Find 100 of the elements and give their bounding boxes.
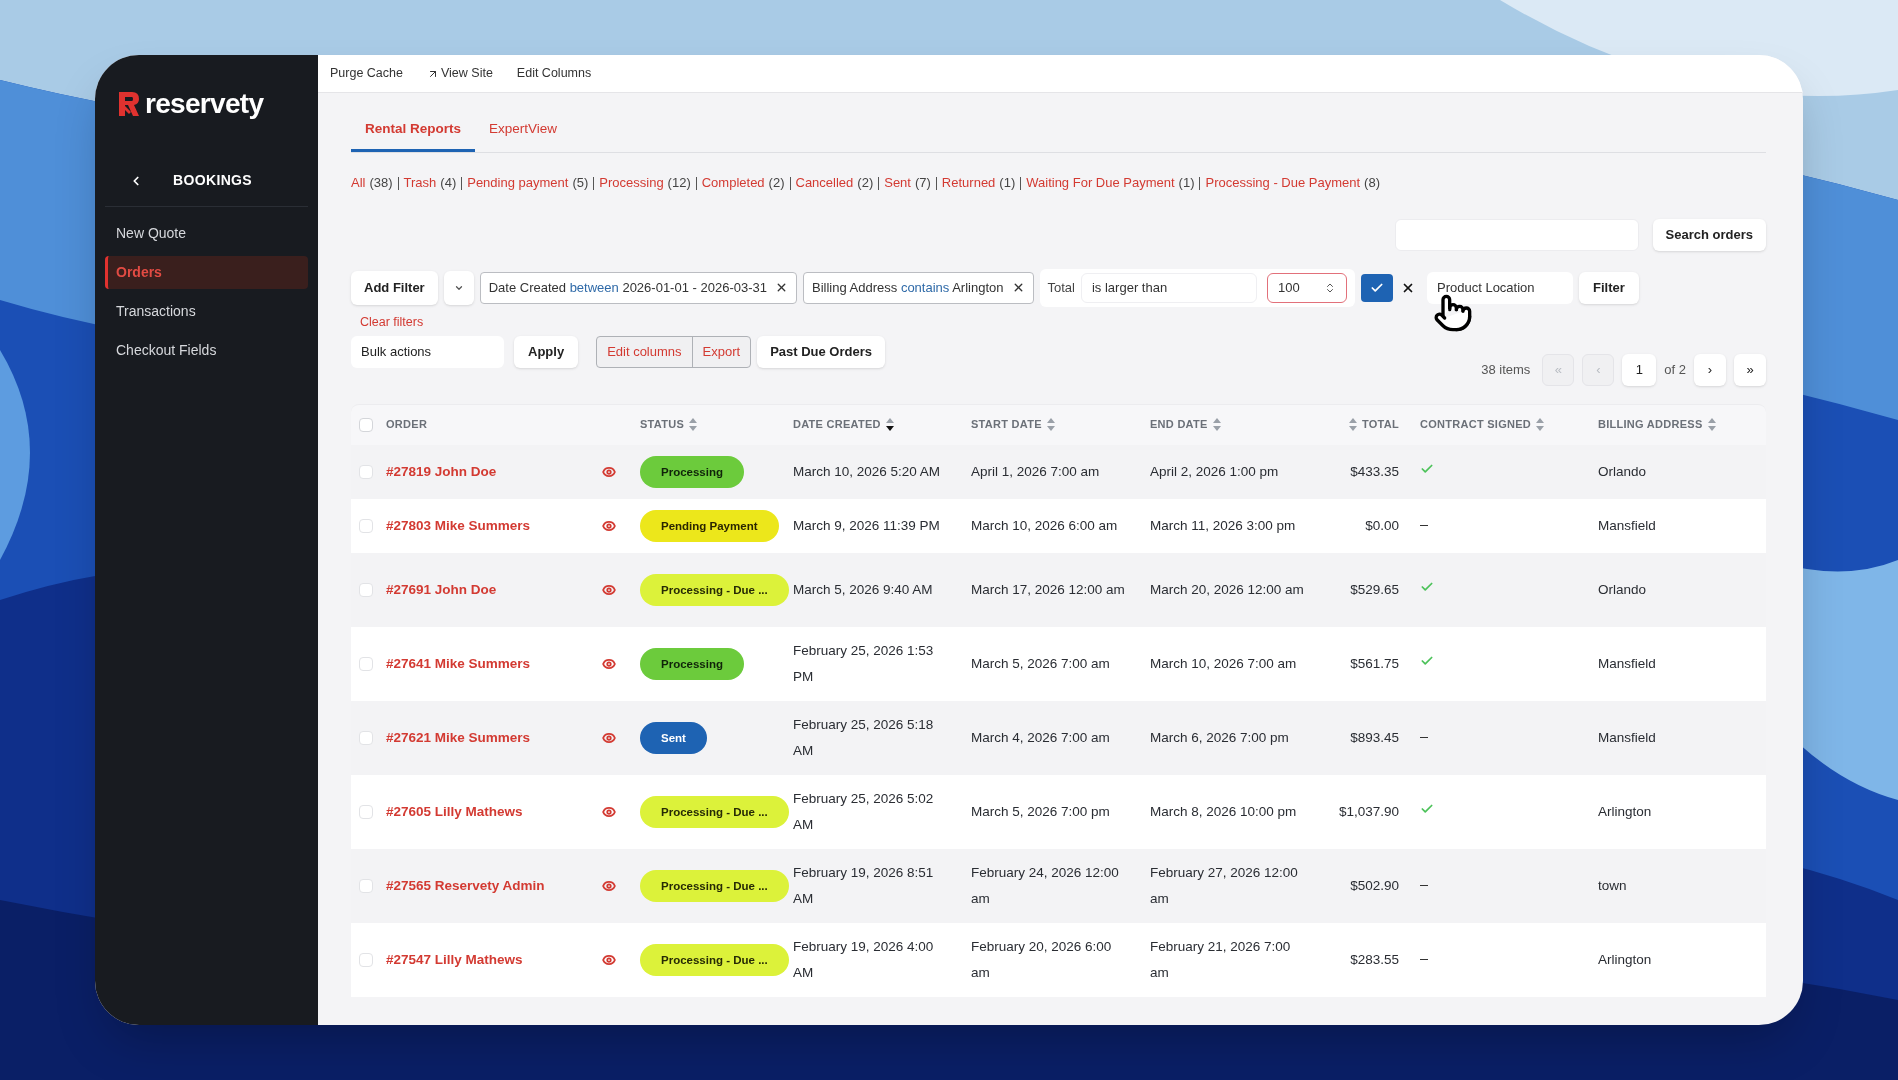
filter-chip[interactable]: Billing Address contains Arlington xyxy=(802,271,1034,304)
past-due-orders-button[interactable]: Past Due Orders xyxy=(757,335,885,368)
row-checkbox[interactable] xyxy=(359,804,373,819)
tab[interactable]: ExpertView xyxy=(475,119,572,153)
status-filter-link[interactable]: All xyxy=(351,173,366,193)
eye-icon[interactable] xyxy=(602,878,616,893)
table-cell-text: February 19, 2026 8:51 AM xyxy=(793,863,935,908)
column-header[interactable]: END DATE xyxy=(1150,416,1208,433)
column-header[interactable]: STATUS xyxy=(640,416,685,433)
toolbar-link[interactable]: View Site xyxy=(426,64,493,83)
eye-icon[interactable] xyxy=(602,804,616,819)
confirm-button[interactable] xyxy=(1361,273,1393,302)
table-cell-text: March 5, 2026 7:00 am xyxy=(971,654,1111,673)
status-filter-link[interactable]: Completed xyxy=(701,173,765,193)
order-link[interactable]: #27605 Lilly Mathews xyxy=(386,798,602,825)
apply-button[interactable]: Apply xyxy=(514,335,579,368)
nav-item[interactable]: New Quote xyxy=(105,217,308,250)
table-cell-text: Arlington xyxy=(1598,950,1653,969)
order-link[interactable]: #27565 Reservety Admin xyxy=(386,872,602,899)
page-field[interactable]: 1 xyxy=(1622,353,1657,386)
pagination-button[interactable]: › xyxy=(1694,353,1726,386)
search-orders-button[interactable]: Search orders xyxy=(1652,218,1766,251)
nav-item[interactable]: Orders xyxy=(105,256,308,289)
status-filter-link[interactable]: Trash xyxy=(403,173,437,193)
table-cell-text: March 10, 2026 5:20 AM xyxy=(793,462,942,481)
number-field[interactable]: 100 xyxy=(1267,272,1347,303)
dropdown-button[interactable] xyxy=(443,270,474,305)
order-link[interactable]: #27803 Mike Summers xyxy=(386,512,602,539)
status-filter-link[interactable]: Returned xyxy=(941,173,996,193)
pagination-button[interactable]: » xyxy=(1734,353,1766,386)
status-count: (8) xyxy=(1364,174,1380,193)
filter-button[interactable]: Filter xyxy=(1579,271,1639,304)
edit-columns-button[interactable]: Edit columns xyxy=(597,336,693,367)
export-button[interactable]: Export xyxy=(692,336,751,367)
filter-text: Billing Address contains Arlington xyxy=(811,279,1004,297)
row-checkbox[interactable] xyxy=(359,730,373,745)
table-cell-text: $1,037.90 xyxy=(1337,802,1399,821)
select-all-checkbox[interactable] xyxy=(359,417,373,432)
nav-item[interactable]: Transactions xyxy=(105,295,308,328)
filter-chip[interactable]: Date Created between 2026-01-01 - 2026-03-31 xyxy=(479,271,797,304)
status-badge: Pending Payment xyxy=(640,509,779,542)
row-checkbox[interactable] xyxy=(359,656,373,671)
nav-item[interactable]: Checkout Fields xyxy=(105,334,308,367)
table-cell-text: February 25, 2026 5:02 AM xyxy=(793,789,935,834)
toolbar-link[interactable]: Edit Columns xyxy=(516,64,592,83)
column-header[interactable]: BILLING ADDRESS xyxy=(1598,416,1703,433)
status-count: (38) xyxy=(369,174,393,193)
status-count: (2) xyxy=(768,174,785,193)
status-filter-link[interactable]: Pending payment xyxy=(467,173,569,193)
tab[interactable]: Rental Reports xyxy=(351,119,476,153)
row-checkbox[interactable] xyxy=(359,878,373,893)
stepper-icon[interactable] xyxy=(1324,281,1336,294)
row-checkbox[interactable] xyxy=(359,464,373,479)
bulk-actions-select[interactable]: Bulk actions xyxy=(351,335,504,368)
table-cell-text: March 9, 2026 11:39 PM xyxy=(793,516,941,535)
table-cell-text: Mansfield xyxy=(1598,728,1657,747)
clear-filters-link[interactable]: Clear filters xyxy=(360,312,424,332)
table-cell-text: Mansfield xyxy=(1598,654,1657,673)
table-cell-text: March 4, 2026 7:00 am xyxy=(971,728,1111,747)
order-link[interactable]: #27641 Mike Summers xyxy=(386,650,602,677)
status-filter-link[interactable]: Sent xyxy=(884,173,911,193)
column-header[interactable]: ORDER xyxy=(386,416,428,433)
table-cell-text: March 10, 2026 7:00 am xyxy=(1150,654,1298,673)
status-filter-link[interactable]: Waiting For Due Payment xyxy=(1026,173,1175,193)
product-location-select[interactable]: Product Location xyxy=(1427,271,1573,304)
table-cell-text: April 1, 2026 7:00 am xyxy=(971,462,1101,481)
status-filter-link[interactable]: Processing xyxy=(599,173,664,193)
eye-icon[interactable] xyxy=(602,656,616,671)
table-cell-text: April 2, 2026 1:00 pm xyxy=(1150,462,1280,481)
operator-select[interactable]: is larger than xyxy=(1081,272,1257,303)
table-cell-text: Orlando xyxy=(1598,580,1648,599)
brand-name: reservety xyxy=(145,90,264,118)
table-cell-text: March 20, 2026 12:00 am xyxy=(1150,580,1305,599)
column-header[interactable]: TOTAL xyxy=(1361,416,1399,433)
status-filter-link[interactable]: Processing - Due Payment xyxy=(1205,173,1361,193)
row-checkbox[interactable] xyxy=(359,952,373,967)
column-header[interactable]: DATE CREATED xyxy=(793,416,881,433)
row-checkbox[interactable] xyxy=(359,582,373,597)
order-link[interactable]: #27547 Lilly Mathews xyxy=(386,946,602,973)
order-link[interactable]: #27621 Mike Summers xyxy=(386,724,602,751)
eye-icon[interactable] xyxy=(602,518,616,533)
status-badge: Processing xyxy=(640,647,744,680)
section-title: BOOKINGS xyxy=(173,171,253,190)
eye-icon[interactable] xyxy=(602,730,616,745)
status-badge: Processing - Due ... xyxy=(640,795,789,828)
table-cell-text: March 5, 2026 9:40 AM xyxy=(793,580,934,599)
add-filter-button[interactable]: Add Filter xyxy=(351,270,438,305)
table-cell-text: March 17, 2026 12:00 am xyxy=(971,580,1126,599)
table-cell-text: Mansfield xyxy=(1598,516,1657,535)
eye-icon[interactable] xyxy=(602,952,616,967)
order-link[interactable]: #27819 John Doe xyxy=(386,458,602,485)
eye-icon[interactable] xyxy=(602,582,616,597)
order-link[interactable]: #27691 John Doe xyxy=(386,576,602,603)
eye-icon[interactable] xyxy=(602,464,616,479)
row-checkbox[interactable] xyxy=(359,518,373,533)
column-header[interactable]: START DATE xyxy=(971,416,1042,433)
column-header[interactable]: CONTRACT SIGNED xyxy=(1420,416,1532,433)
status-filter-link[interactable]: Cancelled xyxy=(795,173,854,193)
toolbar-link[interactable]: Purge Cache xyxy=(330,64,403,83)
sort-icon[interactable] xyxy=(885,418,894,431)
